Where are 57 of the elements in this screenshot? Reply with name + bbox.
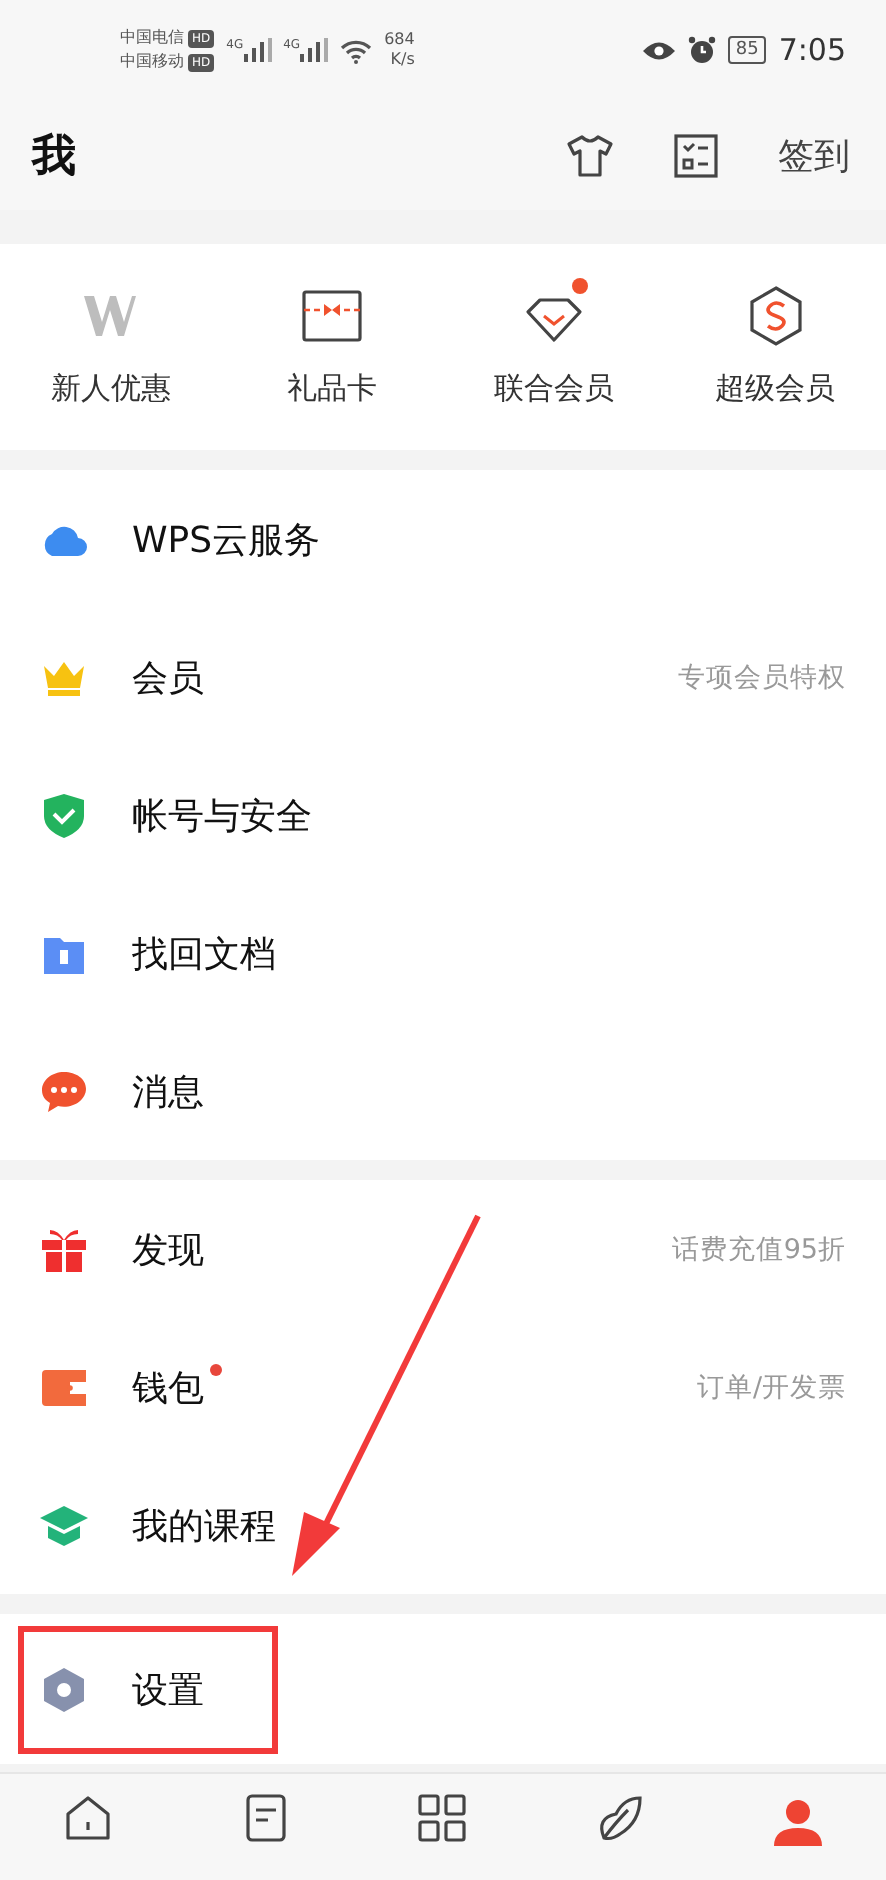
eye-icon xyxy=(641,39,676,61)
shield-icon xyxy=(44,793,84,837)
person-icon xyxy=(771,1794,824,1846)
menu-hint: 订单/开发票 xyxy=(696,1369,846,1405)
menu-label: 帐号与安全 xyxy=(132,793,312,839)
menu-item[interactable]: 设置 xyxy=(0,1614,886,1764)
signal-icon xyxy=(300,38,329,62)
home-icon xyxy=(64,1794,113,1842)
menu-item[interactable]: 会员 专项会员特权 xyxy=(0,608,886,746)
menu-item[interactable]: 发现 话费充值95折 xyxy=(0,1180,886,1318)
page-title: 我 xyxy=(32,129,76,185)
w-logo-icon xyxy=(82,294,139,338)
gift-icon xyxy=(42,1227,86,1271)
menu-label: 消息 xyxy=(132,1069,204,1115)
gift-card-icon xyxy=(302,290,363,342)
menu-item[interactable]: WPS云服务 xyxy=(0,470,886,608)
speed-unit: K/s xyxy=(390,50,415,70)
checklist-icon[interactable] xyxy=(674,133,718,177)
menu-hint: 专项会员特权 xyxy=(678,659,846,695)
quick-action[interactable]: 超级会员 xyxy=(664,244,886,450)
menu-label: 设置 xyxy=(132,1667,204,1713)
menu-hint: 话费充值95折 xyxy=(671,1231,846,1267)
menu-item[interactable]: 找回文档 xyxy=(0,884,886,1022)
menu-label: 发现 xyxy=(132,1227,204,1273)
leaf-icon xyxy=(596,1794,645,1842)
quick-action[interactable]: 新人优惠 xyxy=(0,244,222,450)
wifi-icon xyxy=(340,37,373,63)
menu-label: 找回文档 xyxy=(132,931,276,977)
document-icon xyxy=(243,1794,288,1842)
menu-label: 我的课程 xyxy=(132,1503,276,1549)
chat-icon xyxy=(42,1071,86,1111)
checkin-button[interactable]: 签到 xyxy=(778,131,850,179)
wallet-icon xyxy=(42,1369,86,1405)
shirt-icon[interactable] xyxy=(566,133,614,177)
apps-grid-icon xyxy=(418,1794,467,1842)
signal-icon xyxy=(243,38,272,62)
menu-label: 会员 xyxy=(132,655,204,701)
graduation-cap-icon xyxy=(40,1505,88,1545)
menu-label: WPS云服务 xyxy=(132,517,321,563)
hexagon-s-icon xyxy=(747,286,804,346)
menu-item[interactable]: 钱包 订单/开发票 xyxy=(0,1318,886,1456)
quick-action[interactable]: 礼品卡 xyxy=(221,244,443,450)
battery-level: 85 xyxy=(727,36,767,64)
carrier-name: 中国电信 xyxy=(120,26,184,50)
menu-label: 钱包 xyxy=(132,1365,204,1411)
alarm-icon xyxy=(687,36,716,64)
menu-item[interactable]: 消息 xyxy=(0,1022,886,1160)
speed-value: 684 xyxy=(384,30,415,50)
carrier-name: 中国移动 xyxy=(120,50,184,74)
menu-item[interactable]: 帐号与安全 xyxy=(0,746,886,884)
cloud-icon xyxy=(40,523,88,555)
clock-time: 7:05 xyxy=(778,32,846,68)
folder-icon xyxy=(44,933,84,973)
quick-action[interactable]: 联合会员 xyxy=(443,244,665,450)
crown-icon xyxy=(42,659,86,695)
settings-icon xyxy=(44,1667,84,1711)
menu-item[interactable]: 我的课程 xyxy=(0,1456,886,1594)
